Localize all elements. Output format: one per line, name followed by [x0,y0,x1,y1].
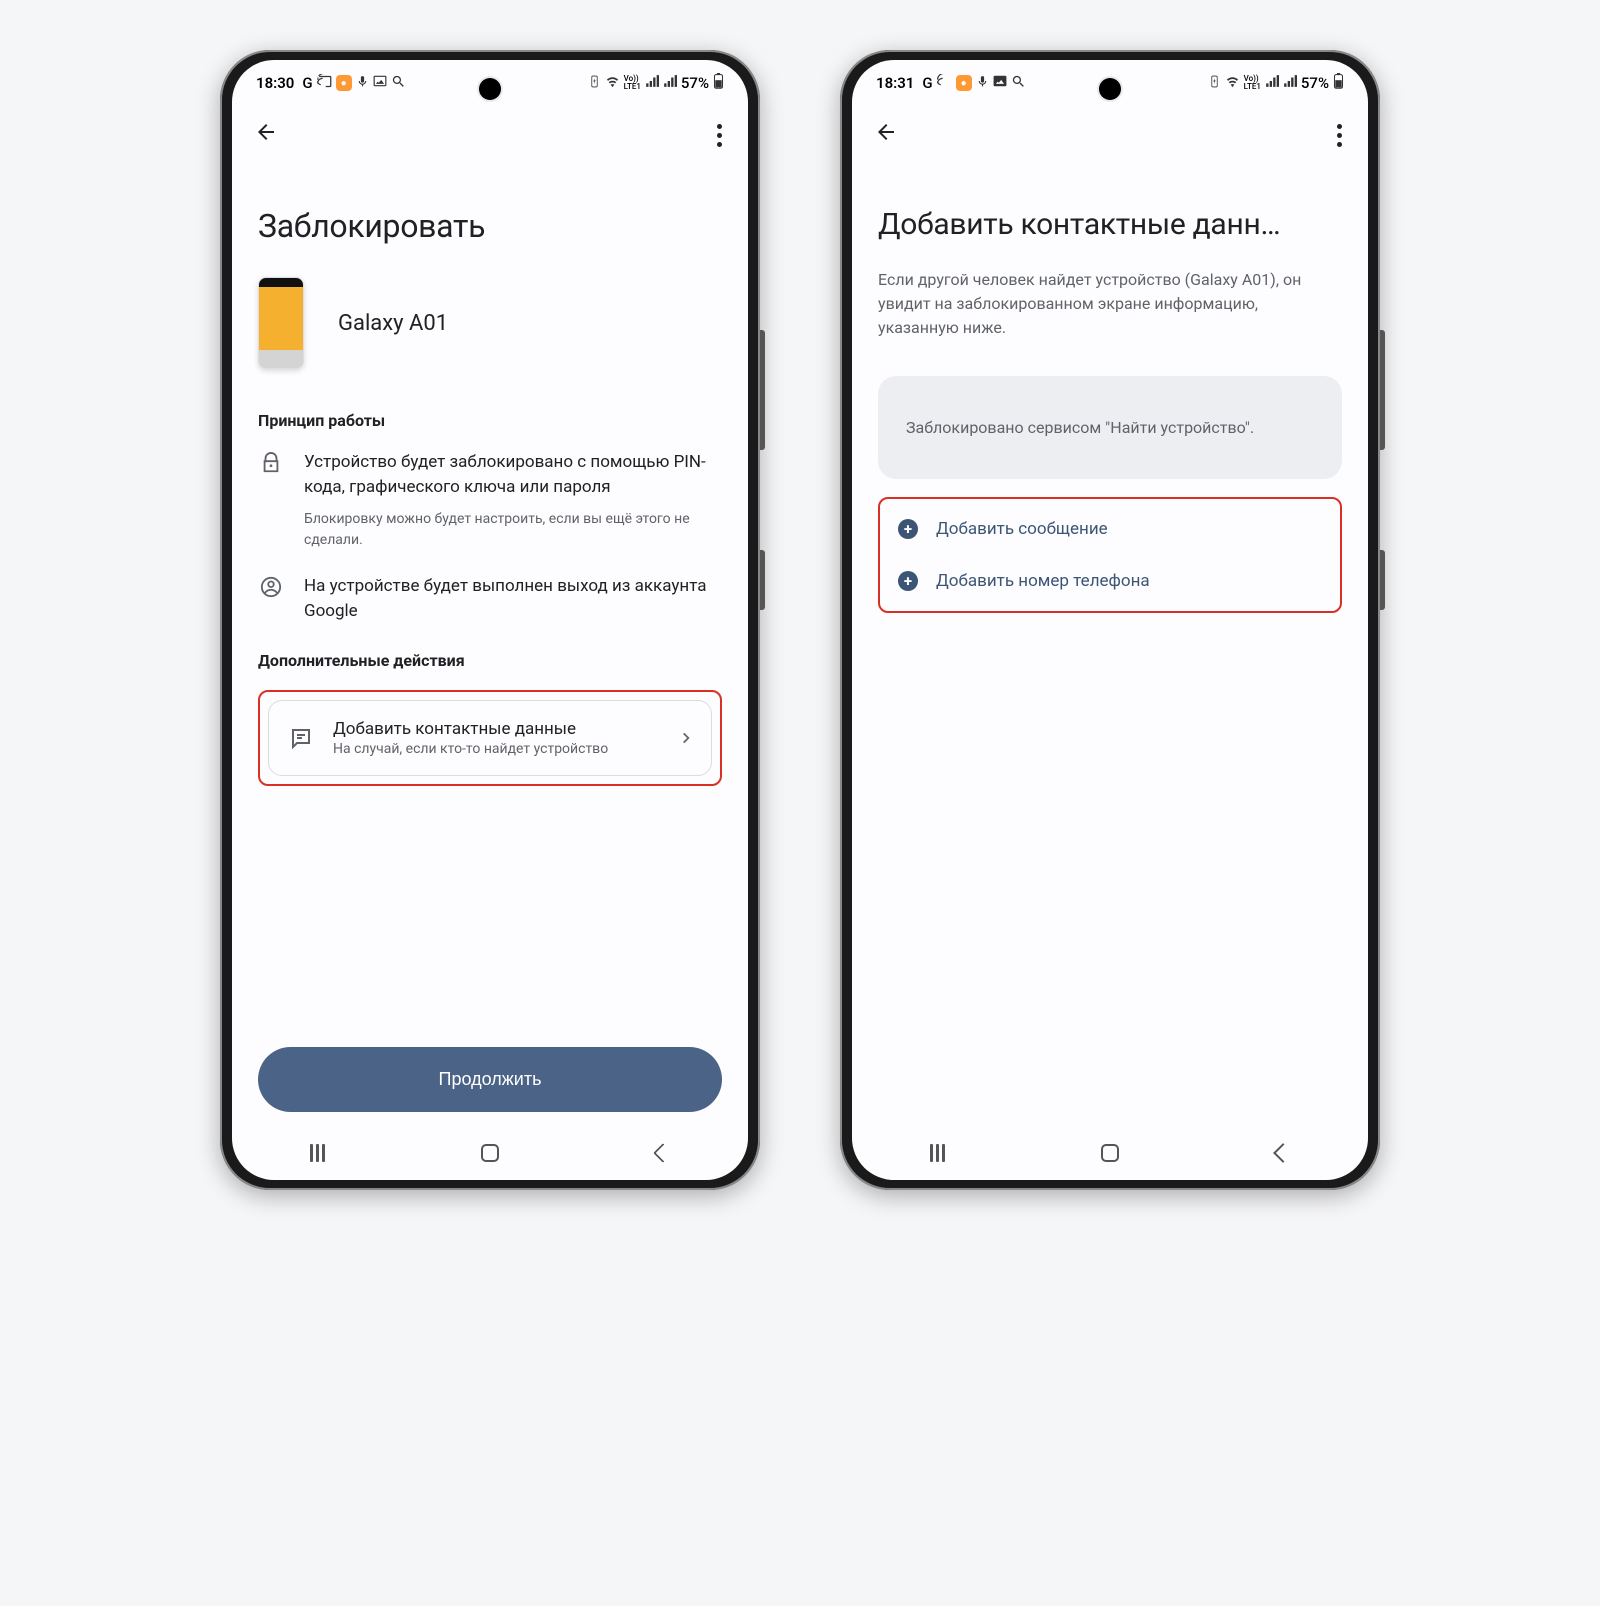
content-left: Заблокировать Galaxy A01 Принцип работы … [232,151,748,1047]
account-icon [258,574,284,623]
status-left: 18:30 G ● [256,74,406,93]
add-phone-label: Добавить номер телефона [936,571,1150,591]
annotation-highlight: Добавить контактные данные На случай, ес… [258,690,722,786]
info-signout-text: На устройстве будет выполнен выход из ак… [304,574,722,623]
camera-punch-icon [479,78,501,100]
side-button [1380,550,1385,610]
nav-bar [852,1126,1368,1180]
signal-icon [1283,74,1297,92]
search-icon [391,74,406,93]
nav-back-button[interactable] [653,1143,673,1163]
plus-icon: + [898,571,918,591]
wifi-icon [1225,74,1240,93]
more-menu-button[interactable] [1333,120,1346,151]
side-button [760,330,765,450]
description-text: Если другой человек найдет устройство (G… [878,268,1342,340]
mic-icon [976,74,989,92]
screen-right: 18:31 G ● [852,60,1368,1180]
add-message-button[interactable]: + Добавить сообщение [886,503,1334,555]
battery-pct: 57% [1301,74,1329,92]
image-icon [373,74,387,92]
status-right: Vo))LTE1 57% [588,73,724,93]
app-bar [852,106,1368,151]
card-sub: На случай, если кто-то найдет устройство [333,741,661,757]
card-title: Добавить контактные данные [333,719,661,739]
power-save-icon [588,74,601,92]
more-menu-button[interactable] [713,120,726,151]
info-lock-text: Устройство будет заблокировано с помощью… [304,450,722,499]
search-icon [1011,74,1026,93]
info-item-lock: Устройство будет заблокировано с помощью… [258,450,722,550]
page-title: Добавить контактные данн… [878,207,1342,242]
google-icon: G [922,74,932,92]
add-message-label: Добавить сообщение [936,519,1108,539]
wifi-icon [605,74,620,93]
status-time: 18:30 [256,74,294,92]
status-time: 18:31 [876,74,914,92]
back-button[interactable] [874,120,898,151]
signal-icon [1265,74,1279,92]
nav-recents-button[interactable] [310,1144,325,1162]
side-button [1380,330,1385,450]
signal-icon [645,74,659,92]
side-button [760,550,765,610]
annotation-highlight: + Добавить сообщение + Добавить номер те… [878,497,1342,613]
message-icon [287,726,315,750]
info-item-signout: На устройстве будет выполнен выход из ак… [258,574,722,623]
app-bar [232,106,748,151]
volte-icon: Vo))LTE1 [624,75,641,91]
volte-icon: Vo))LTE1 [1244,75,1261,91]
content-right: Добавить контактные данн… Если другой че… [852,151,1368,1126]
lock-icon [258,450,284,550]
camera-punch-icon [1099,78,1121,100]
device-row: Galaxy A01 [258,277,722,369]
locked-message-preview: Заблокировано сервисом "Найти устройство… [878,376,1342,479]
plus-icon: + [898,519,918,539]
add-phone-button[interactable]: + Добавить номер телефона [886,555,1334,607]
google-icon: G [302,74,312,92]
battery-icon [713,73,724,93]
signal-icon [663,74,677,92]
info-lock-sub: Блокировку можно будет настроить, если в… [304,509,722,550]
battery-icon [1333,73,1344,93]
add-contact-card[interactable]: Добавить контактные данные На случай, ес… [268,700,712,776]
chevron-right-icon [679,726,693,750]
screen-left: 18:30 G ● [232,60,748,1180]
nav-back-button[interactable] [1273,1143,1293,1163]
app-notification-icon: ● [956,75,972,91]
phone-frame-right: 18:31 G ● [840,50,1380,1190]
app-notification-icon: ● [336,75,352,91]
nav-home-button[interactable] [1101,1144,1119,1162]
additional-heading: Дополнительные действия [258,651,722,670]
nav-recents-button[interactable] [930,1144,945,1162]
power-save-icon [1208,74,1221,92]
continue-button[interactable]: Продолжить [258,1047,722,1112]
cast-icon [937,74,952,93]
device-name: Galaxy A01 [338,311,448,336]
status-left: 18:31 G ● [876,74,1026,93]
page-title: Заблокировать [258,207,722,245]
battery-pct: 57% [681,74,709,92]
nav-home-button[interactable] [481,1144,499,1162]
bottom-area: Продолжить [232,1047,748,1126]
phone-frame-left: 18:30 G ● [220,50,760,1190]
mic-icon [356,74,369,92]
locked-message-text: Заблокировано сервисом "Найти устройство… [906,418,1254,437]
how-it-works-heading: Принцип работы [258,411,722,430]
status-right: Vo))LTE1 57% [1208,73,1344,93]
back-button[interactable] [254,120,278,151]
cast-icon [317,74,332,93]
device-image [258,277,304,369]
image-icon [993,74,1007,92]
nav-bar [232,1126,748,1180]
